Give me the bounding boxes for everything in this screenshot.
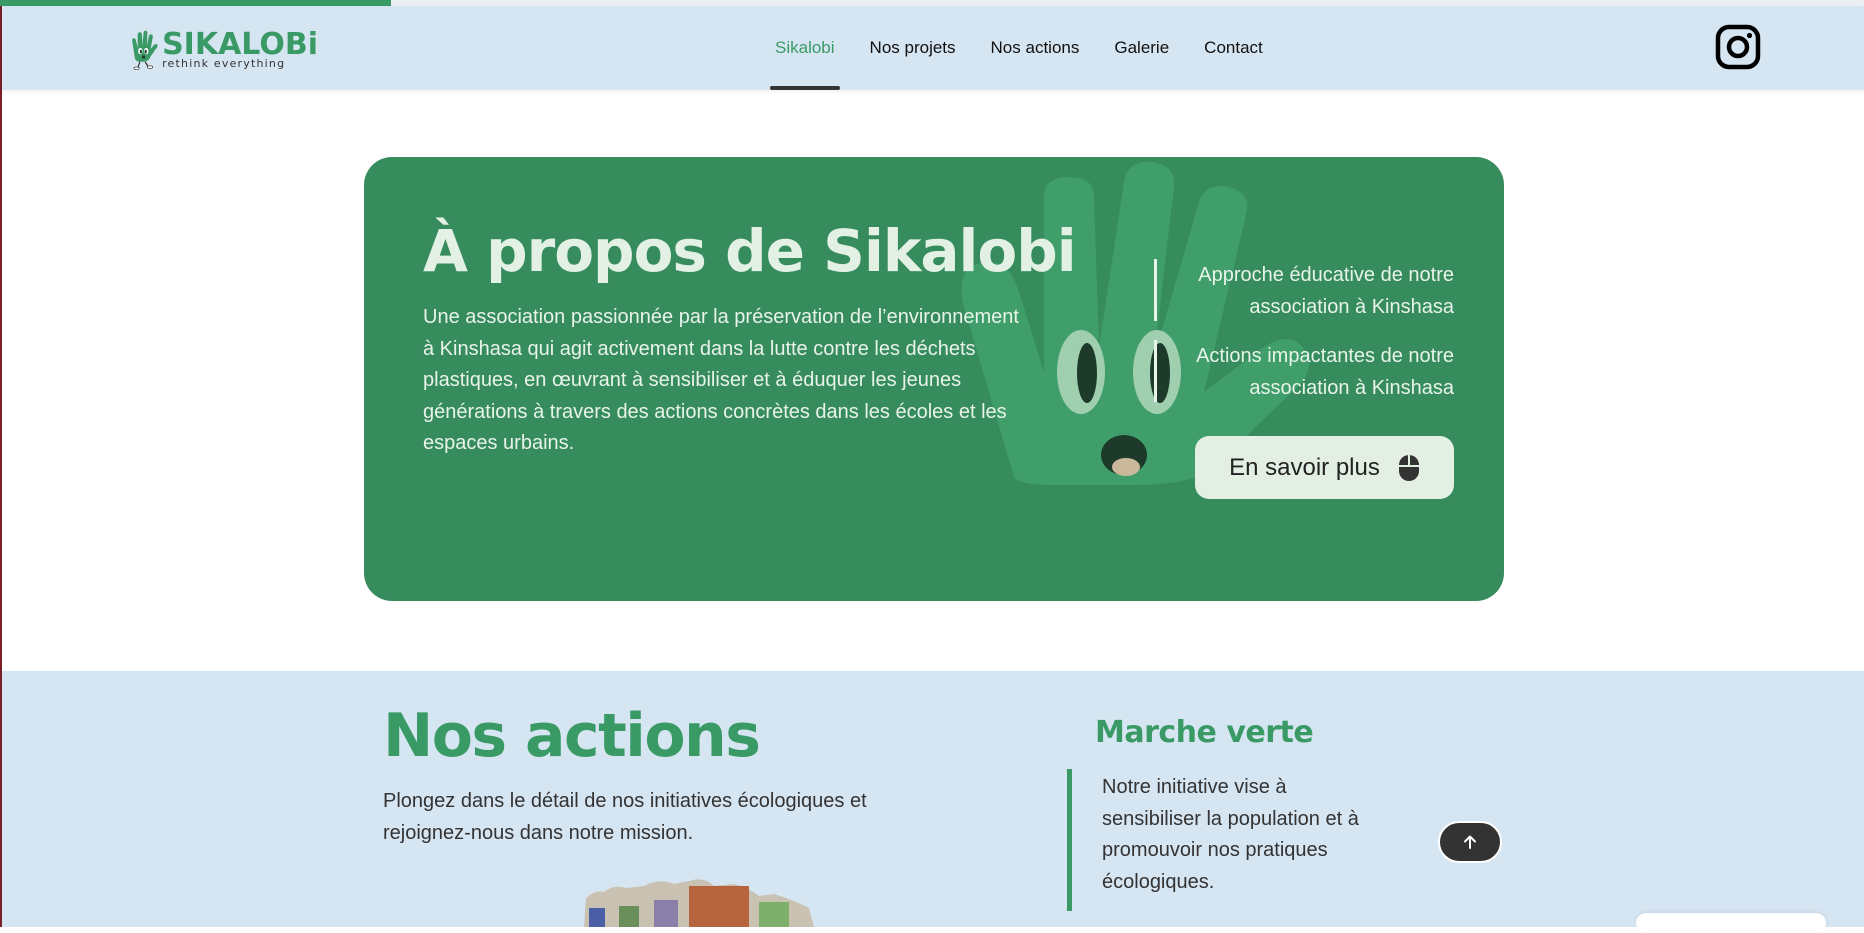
about-highlight: Approche éducative de notre association …: [1154, 259, 1454, 321]
logo-wordmark: SIKALOBi: [162, 27, 318, 62]
instagram-icon[interactable]: [1715, 24, 1761, 70]
site-logo[interactable]: SIKALOBi rethink everything: [128, 12, 318, 88]
feature-title: Marche verte: [1095, 715, 1314, 750]
logo-tagline: rethink everything: [162, 57, 286, 70]
nav-item-contact[interactable]: Contact: [1204, 6, 1263, 90]
learn-more-label: En savoir plus: [1229, 453, 1380, 481]
glove-mascot-logo: [132, 30, 158, 70]
back-to-top-button[interactable]: [1438, 821, 1502, 863]
actions-section: Nos actions Plongez dans le détail de no…: [2, 671, 1864, 927]
actions-title: Nos actions: [383, 701, 761, 771]
learn-more-button[interactable]: En savoir plus: [1195, 436, 1454, 499]
nav-item-galerie[interactable]: Galerie: [1114, 6, 1169, 90]
mouse-icon: [1398, 454, 1419, 481]
feature-text: Notre initiative vise à sensibiliser la …: [1067, 769, 1387, 911]
nav-item-sikalobi[interactable]: Sikalobi: [770, 6, 840, 90]
floating-card: [1636, 913, 1826, 933]
site-header: SIKALOBi rethink everything Sikalobi Nos …: [2, 6, 1864, 90]
main-navigation: Sikalobi Nos projets Nos actions Galerie Con…: [770, 6, 1298, 90]
about-card: À propos de Sikalobi Une association pas…: [364, 157, 1504, 601]
about-description: Une association passionnée par la préser…: [423, 306, 1019, 454]
nav-item-nos-actions[interactable]: Nos actions: [991, 6, 1080, 90]
actions-description: Plongez dans le détail de nos initiative…: [383, 790, 867, 844]
about-highlights: Approche éducative de notre association …: [1154, 259, 1454, 421]
about-highlight: Actions impactantes de notre association…: [1154, 340, 1454, 402]
arrow-up-icon: [1464, 835, 1476, 849]
nav-item-nos-projets[interactable]: Nos projets: [870, 6, 956, 90]
actions-photo: [584, 879, 814, 927]
about-title: À propos de Sikalobi: [423, 217, 1077, 285]
